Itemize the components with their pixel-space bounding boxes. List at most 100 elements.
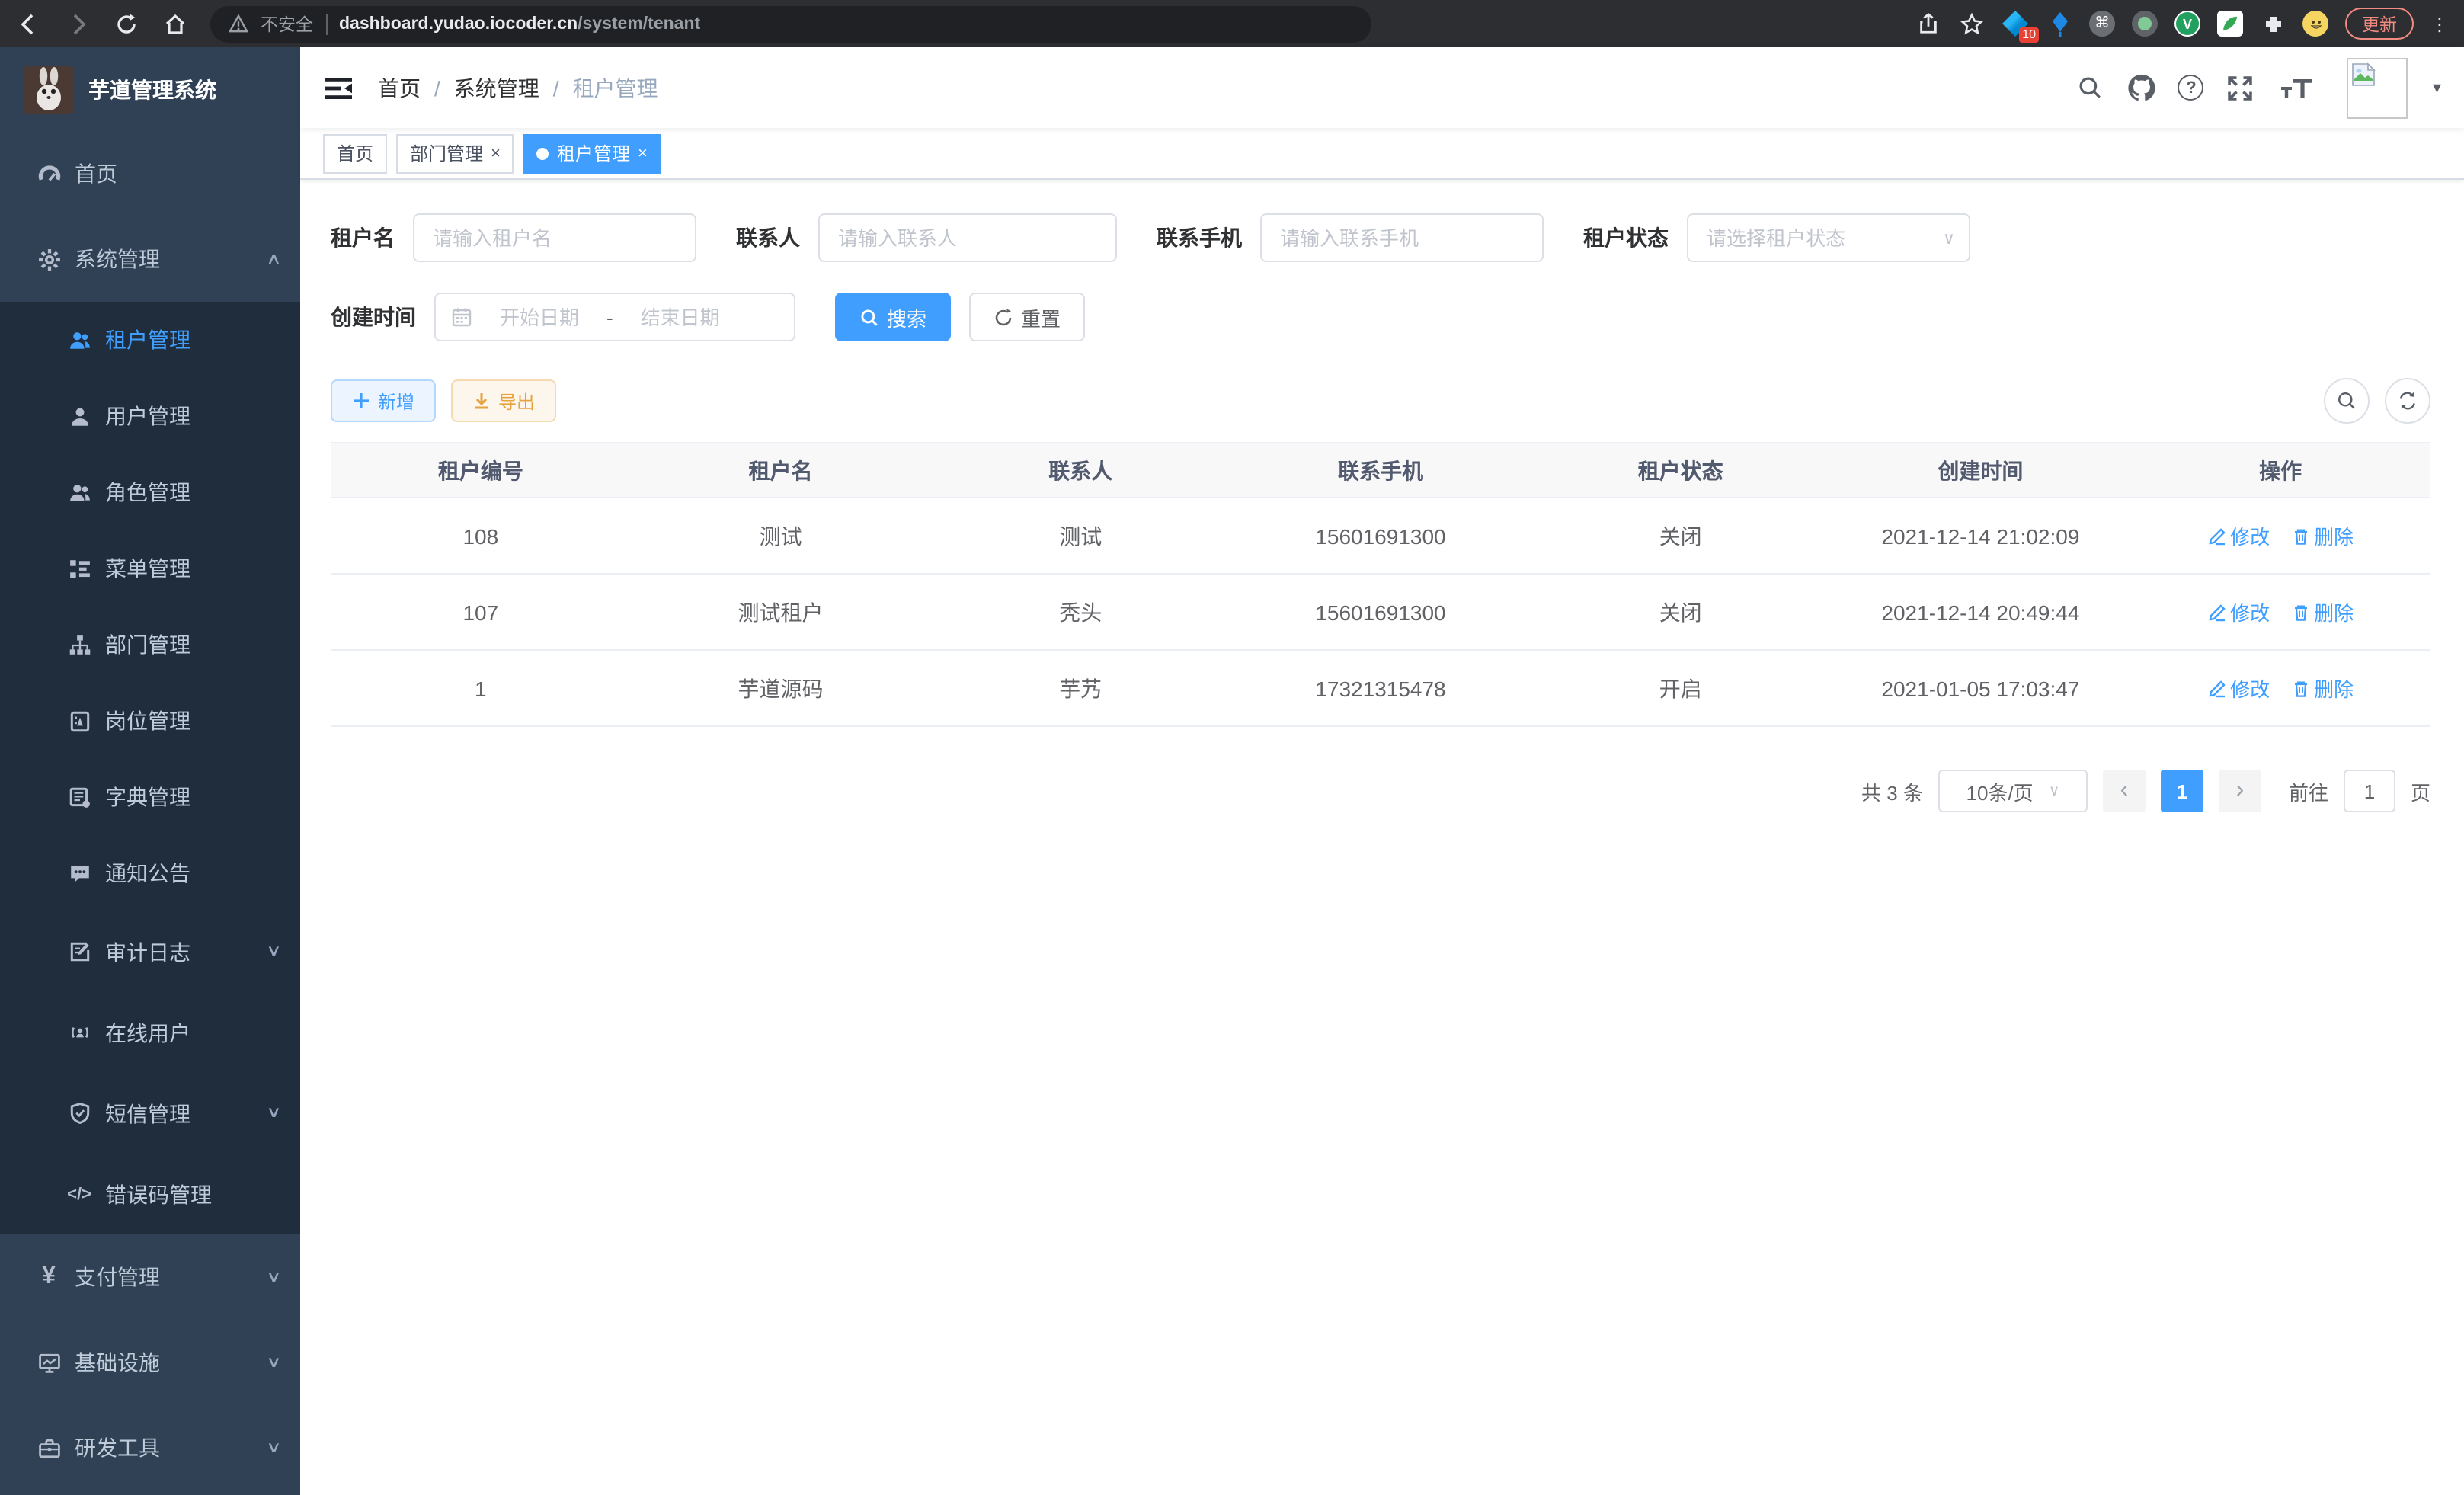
back-icon[interactable] — [15, 10, 43, 37]
mobile-input[interactable] — [1260, 213, 1544, 262]
extension-emoji-icon[interactable] — [2302, 11, 2328, 37]
forward-icon[interactable] — [64, 10, 91, 37]
add-button[interactable]: 新增 — [331, 379, 436, 422]
breadcrumb-current: 租户管理 — [573, 72, 658, 103]
fullscreen-icon[interactable] — [2226, 72, 2256, 103]
edit-link[interactable]: 修改 — [2207, 597, 2270, 626]
delete-link[interactable]: 删除 — [2291, 674, 2354, 703]
table-header-row: 租户编号 租户名 联系人 联系手机 租户状态 创建时间 操作 — [331, 443, 2430, 498]
top-navbar: 首页 / 系统管理 / 租户管理 ? — [300, 47, 2464, 128]
sidebar-item-role[interactable]: 角色管理 — [0, 454, 300, 530]
breadcrumb-system[interactable]: 系统管理 — [454, 72, 539, 103]
help-icon[interactable]: ? — [2178, 75, 2204, 101]
sidebar-logo[interactable]: 芋道管理系统 — [0, 47, 300, 131]
home-icon[interactable] — [162, 10, 189, 37]
filter-row-2: 创建时间 - 搜索 重置 — [331, 293, 2430, 341]
sidebar-item-tenant[interactable]: 租户管理 — [0, 302, 300, 378]
start-date-input[interactable] — [485, 306, 594, 328]
sidebar-fold-icon[interactable] — [323, 72, 354, 103]
sidebar-item-notice[interactable]: 通知公告 — [0, 835, 300, 911]
roles-icon — [61, 481, 98, 504]
browser-actions: 10 ⌘ V 更新 ⋮ — [1914, 8, 2449, 40]
edit-link[interactable]: 修改 — [2207, 674, 2270, 703]
table-settings — [2324, 378, 2430, 424]
avatar[interactable] — [2347, 57, 2408, 118]
extension-kite-icon[interactable] — [2046, 11, 2072, 37]
edit-link[interactable]: 修改 — [2207, 521, 2270, 550]
sidebar-item-errcode[interactable]: </> 错误码管理 — [0, 1154, 300, 1234]
browser-menu-icon[interactable]: ⋮ — [2430, 13, 2449, 34]
extension-v-icon[interactable]: V — [2174, 11, 2200, 37]
sidebar-menu: 首页 系统管理 ∧ 租户管理 用户管理 — [0, 131, 300, 1490]
filter-contact: 联系人 — [736, 213, 1117, 262]
extension-circle-icon[interactable] — [2132, 11, 2158, 37]
breadcrumb-home[interactable]: 首页 — [378, 72, 421, 103]
sidebar-item-user[interactable]: 用户管理 — [0, 378, 300, 454]
online-users-icon — [61, 1021, 98, 1044]
share-icon[interactable] — [1914, 10, 1941, 37]
extension-leaf-icon[interactable] — [2217, 11, 2243, 37]
github-icon[interactable] — [2126, 72, 2157, 103]
reload-icon[interactable] — [113, 10, 140, 37]
sidebar-item-dept[interactable]: 部门管理 — [0, 607, 300, 683]
chevron-up-icon: ∧ — [265, 251, 281, 267]
url-path: /system/tenant — [578, 14, 700, 33]
address-bar[interactable]: 不安全 dashboard.yudao.iocoder.cn/system/te… — [210, 5, 1371, 42]
tenant-name-input[interactable] — [413, 213, 696, 262]
font-size-icon[interactable] — [2277, 72, 2317, 103]
goto-label: 前往 — [2289, 776, 2328, 805]
sidebar-item-infra[interactable]: 基础设施 ∨ — [0, 1320, 300, 1405]
tab-home[interactable]: 首页 — [323, 133, 387, 173]
refresh-table-icon[interactable] — [2385, 378, 2430, 424]
toolbox-icon — [30, 1436, 67, 1459]
table-row: 1 芋道源码 芋艿 17321315478 开启 2021-01-05 17:0… — [331, 651, 2430, 727]
sidebar-item-audit[interactable]: 审计日志 ∨ — [0, 911, 300, 992]
search-button[interactable]: 搜索 — [835, 293, 951, 341]
sidebar-item-devtools[interactable]: 研发工具 ∨ — [0, 1405, 300, 1490]
extension-puzzle-icon[interactable] — [2260, 11, 2286, 37]
tab-tenant[interactable]: 租户管理 × — [523, 133, 661, 173]
plus-icon — [352, 392, 370, 410]
status-select[interactable]: ∨ — [1687, 213, 1970, 262]
search-icon[interactable] — [2075, 72, 2105, 103]
next-page-button[interactable]: › — [2219, 770, 2261, 812]
omnibox-divider — [325, 13, 327, 34]
date-range-picker[interactable]: - — [434, 293, 795, 341]
delete-link[interactable]: 删除 — [2291, 521, 2354, 550]
prev-page-button[interactable]: ‹ — [2103, 770, 2146, 812]
contact-input[interactable] — [818, 213, 1117, 262]
update-button[interactable]: 更新 — [2345, 8, 2414, 40]
page-number-button[interactable]: 1 — [2161, 770, 2203, 812]
filter-create-time: 创建时间 - — [331, 293, 795, 341]
page-size-select[interactable]: 10条/页 ∨ — [1938, 770, 2088, 812]
sidebar-item-online[interactable]: 在线用户 — [0, 992, 300, 1073]
close-icon[interactable]: × — [491, 144, 501, 162]
table-row: 107 测试租户 秃头 15601691300 关闭 2021-12-14 20… — [331, 575, 2430, 651]
sidebar-item-dict[interactable]: 字典管理 — [0, 759, 300, 835]
sidebar-item-post[interactable]: 岗位管理 — [0, 683, 300, 759]
tenant-users-icon — [61, 328, 98, 351]
edit-pen-icon — [2207, 679, 2226, 697]
end-date-input[interactable] — [626, 306, 735, 328]
tab-dept[interactable]: 部门管理 × — [396, 133, 514, 173]
close-icon[interactable]: × — [638, 144, 648, 162]
sidebar-item-sms[interactable]: 短信管理 ∨ — [0, 1073, 300, 1154]
chevron-down-icon: ∨ — [265, 1439, 281, 1456]
table-toolbar: 新增 导出 — [331, 378, 2430, 424]
url-host: dashboard.yudao.iocoder.cn — [339, 14, 578, 33]
sidebar-item-pay[interactable]: ¥ 支付管理 ∨ — [0, 1234, 300, 1320]
sidebar: 芋道管理系统 首页 系统管理 ∧ 租户管理 — [0, 47, 300, 1495]
extension-command-icon[interactable]: ⌘ — [2089, 11, 2115, 37]
status-select-input[interactable] — [1687, 213, 1970, 262]
sidebar-item-home[interactable]: 首页 — [0, 131, 300, 216]
goto-page-input[interactable] — [2344, 770, 2395, 812]
show-search-icon[interactable] — [2324, 378, 2370, 424]
page-content: 租户名 联系人 联系手机 租户状态 — [300, 180, 2464, 812]
sidebar-item-menu-mgmt[interactable]: 菜单管理 — [0, 530, 300, 607]
bookmark-star-icon[interactable] — [1958, 10, 1986, 37]
sidebar-item-system[interactable]: 系统管理 ∧ — [0, 216, 300, 302]
export-button[interactable]: 导出 — [451, 379, 556, 422]
delete-link[interactable]: 删除 — [2291, 597, 2354, 626]
avatar-caret-icon[interactable]: ▾ — [2433, 78, 2441, 98]
reset-button[interactable]: 重置 — [969, 293, 1085, 341]
